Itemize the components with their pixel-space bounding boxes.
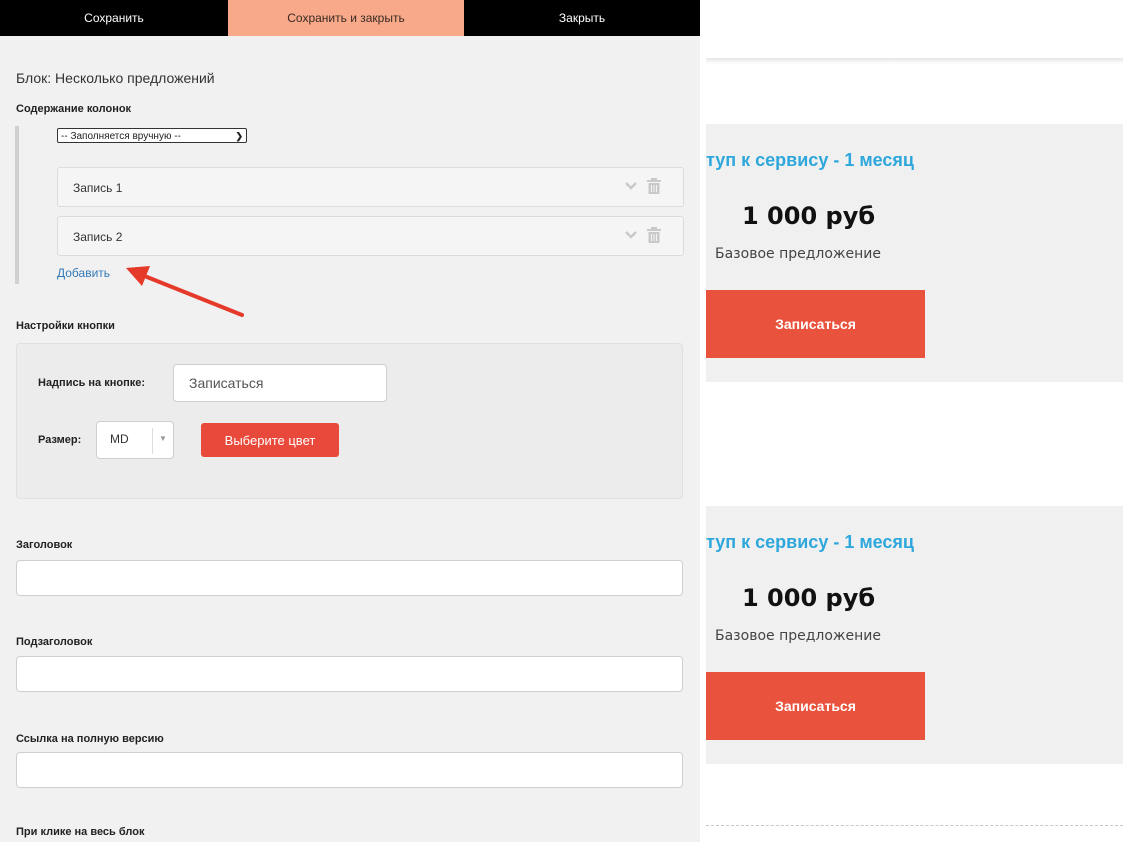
columns-content-section: -- Заполняется вручную -- ❯ Запись 1 Зап… [15,126,687,284]
add-record-link[interactable]: Добавить [57,266,110,280]
subheading-input[interactable] [16,656,683,692]
button-size-select[interactable]: MD ▼ [96,421,174,459]
record-label: Запись 2 [73,230,123,244]
select-divider [152,428,153,454]
choose-color-button[interactable]: Выберите цвет [201,423,339,457]
offer-title: туп к сервису - 1 месяц [706,150,915,170]
signup-button[interactable]: Записаться [706,290,925,358]
offer-price: 1 000 руб [742,202,876,230]
offer-subtitle: Базовое предложение [715,246,882,262]
block-title: Блок: Несколько предложений [16,70,215,86]
record-label: Запись 1 [73,181,123,195]
trash-icon[interactable] [647,227,661,243]
offer-card: туп к сервису - 1 месяц 1 000 руб Базово… [706,124,1123,382]
preview-dashed-divider [706,825,1123,826]
annotation-arrow-icon [126,266,244,317]
chevron-down-icon: ❯ [235,131,243,141]
expand-chevron-icon[interactable] [625,180,637,192]
offer-card: туп к сервису - 1 месяц 1 000 руб Базово… [706,506,1123,764]
record-item[interactable]: Запись 2 [57,216,684,256]
record-item[interactable]: Запись 1 [57,167,684,207]
full-version-link-input[interactable] [16,752,683,788]
button-size-label: Размер: [38,434,82,446]
button-size-value: MD [110,432,129,446]
save-button[interactable]: Сохранить [0,0,228,36]
button-caption-input[interactable] [173,364,387,402]
subheading-label: Подзаголовок [16,636,93,648]
offer-subtitle: Базовое предложение [715,628,882,644]
offer-price: 1 000 руб [742,584,876,612]
fill-mode-value: -- Заполняется вручную -- [61,131,181,142]
columns-content-label: Содержание колонок [16,103,132,115]
heading-label: Заголовок [16,539,73,551]
offer-title: туп к сервису - 1 месяц [706,532,915,552]
button-caption-label: Надпись на кнопке: [38,377,146,389]
block-click-label: При клике на весь блок [16,826,145,838]
save-and-close-button[interactable]: Сохранить и закрыть [228,0,464,36]
fill-mode-select[interactable]: -- Заполняется вручную -- ❯ [57,128,247,143]
close-button[interactable]: Закрыть [464,0,700,36]
button-settings-label: Настройки кнопки [16,320,115,332]
expand-chevron-icon[interactable] [625,229,637,241]
full-version-link-label: Ссылка на полную версию [16,733,164,745]
block-editor-panel: Сохранить Сохранить и закрыть Закрыть Бл… [0,0,700,842]
trash-icon[interactable] [647,178,661,194]
heading-input[interactable] [16,560,683,596]
caret-down-icon: ▼ [159,434,167,443]
editor-toolbar: Сохранить Сохранить и закрыть Закрыть [0,0,700,36]
preview-top-divider [706,58,1123,64]
signup-button[interactable]: Записаться [706,672,925,740]
